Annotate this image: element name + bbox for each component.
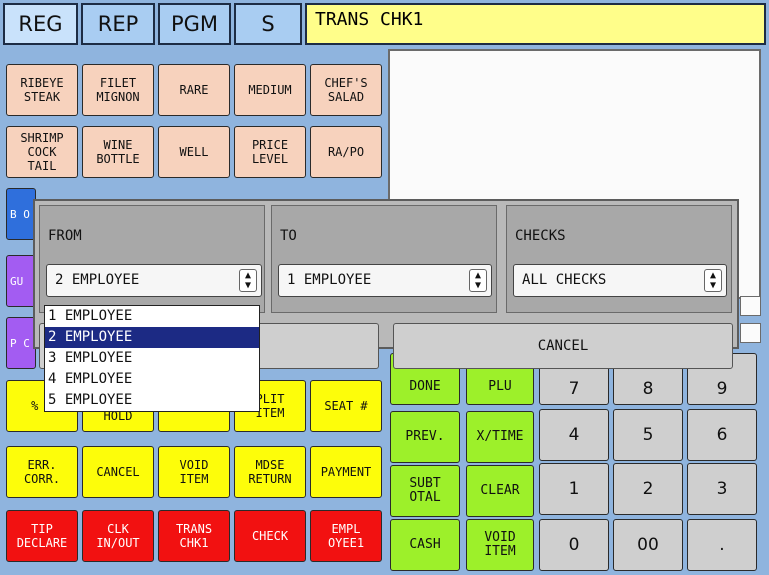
- checks-select-arrows-icon: ▲ ▼: [704, 269, 722, 292]
- key-error-correct[interactable]: ERR. CORR.: [6, 446, 78, 498]
- key-check[interactable]: CHECK: [234, 510, 306, 562]
- to-select[interactable]: 1 EMPLOYEE ▲ ▼: [278, 264, 492, 297]
- checks-label: CHECKS: [515, 228, 566, 244]
- key-clock-in-out[interactable]: CLK IN/OUT: [82, 510, 154, 562]
- to-select-value: 1 EMPLOYEE: [287, 272, 372, 288]
- tab-rep[interactable]: REP: [81, 3, 155, 45]
- key-mdse-return[interactable]: MDSE RETURN: [234, 446, 306, 498]
- key-partial-purple[interactable]: P C: [6, 317, 36, 369]
- key-tip-declare[interactable]: TIP DECLARE: [6, 510, 78, 562]
- from-panel: FROM 2 EMPLOYEE ▲ ▼: [39, 205, 265, 313]
- key-partial-blue[interactable]: B O: [6, 188, 36, 240]
- key-well[interactable]: WELL: [158, 126, 230, 178]
- key-shrimp-cocktail[interactable]: SHRIMP COCK TAIL: [6, 126, 78, 178]
- keypad-0[interactable]: 0: [539, 519, 609, 571]
- key-trans-chk1[interactable]: TRANS CHK1: [158, 510, 230, 562]
- key-prev[interactable]: PREV.: [390, 411, 460, 463]
- from-select-value: 2 EMPLOYEE: [55, 272, 140, 288]
- key-void-item-green[interactable]: VOID ITEM: [466, 519, 534, 571]
- key-employee1[interactable]: EMPL OYEE1: [310, 510, 382, 562]
- key-seat[interactable]: SEAT #: [310, 380, 382, 432]
- key-filet-mignon[interactable]: FILET MIGNON: [82, 64, 154, 116]
- dropdown-option-5[interactable]: 5 EMPLOYEE: [45, 390, 259, 411]
- key-wine-bottle[interactable]: WINE BOTTLE: [82, 126, 154, 178]
- dropdown-option-4[interactable]: 4 EMPLOYEE: [45, 369, 259, 390]
- key-payment[interactable]: PAYMENT: [310, 446, 382, 498]
- key-x-time[interactable]: X/TIME: [466, 411, 534, 463]
- key-ribeye-steak[interactable]: RIBEYE STEAK: [6, 64, 78, 116]
- keypad-2[interactable]: 2: [613, 463, 683, 515]
- checks-select-value: ALL CHECKS: [522, 272, 607, 288]
- keypad-decimal[interactable]: .: [687, 519, 757, 571]
- tab-pgm[interactable]: PGM: [158, 3, 231, 45]
- keypad-5[interactable]: 5: [613, 409, 683, 461]
- from-select[interactable]: 2 EMPLOYEE ▲ ▼: [46, 264, 262, 297]
- tab-reg[interactable]: REG: [3, 3, 78, 45]
- key-price-level[interactable]: PRICE LEVEL: [234, 126, 306, 178]
- keypad-1[interactable]: 1: [539, 463, 609, 515]
- key-medium[interactable]: MEDIUM: [234, 64, 306, 116]
- key-rare[interactable]: RARE: [158, 64, 230, 116]
- from-label: FROM: [48, 228, 82, 244]
- tab-s[interactable]: S: [234, 3, 302, 45]
- key-ra-po[interactable]: RA/PO: [310, 126, 382, 178]
- dropdown-option-1[interactable]: 1 EMPLOYEE: [45, 306, 259, 327]
- from-select-arrows-icon: ▲ ▼: [239, 269, 257, 292]
- to-panel: TO 1 EMPLOYEE ▲ ▼: [271, 205, 497, 313]
- keypad-6[interactable]: 6: [687, 409, 757, 461]
- key-subtotal[interactable]: SUBT OTAL: [390, 465, 460, 517]
- dropdown-option-3[interactable]: 3 EMPLOYEE: [45, 348, 259, 369]
- from-dropdown-list[interactable]: 1 EMPLOYEE 2 EMPLOYEE 3 EMPLOYEE 4 EMPLO…: [44, 305, 260, 412]
- cancel-button[interactable]: CANCEL: [393, 323, 733, 369]
- keypad-3[interactable]: 3: [687, 463, 757, 515]
- keypad-00[interactable]: 00: [613, 519, 683, 571]
- checks-panel: CHECKS ALL CHECKS ▲ ▼: [506, 205, 732, 313]
- key-partial-guest[interactable]: GU: [6, 255, 36, 307]
- display-field-2: [740, 323, 761, 343]
- display-field-1: [740, 296, 761, 316]
- key-cash[interactable]: CASH: [390, 519, 460, 571]
- to-label: TO: [280, 228, 297, 244]
- key-cancel[interactable]: CANCEL: [82, 446, 154, 498]
- keypad-4[interactable]: 4: [539, 409, 609, 461]
- transaction-title: TRANS CHK1: [305, 3, 766, 45]
- key-chefs-salad[interactable]: CHEF'S SALAD: [310, 64, 382, 116]
- to-select-arrows-icon: ▲ ▼: [469, 269, 487, 292]
- key-clear[interactable]: CLEAR: [466, 465, 534, 517]
- key-void-item[interactable]: VOID ITEM: [158, 446, 230, 498]
- dropdown-option-2[interactable]: 2 EMPLOYEE: [45, 327, 259, 348]
- checks-select[interactable]: ALL CHECKS ▲ ▼: [513, 264, 727, 297]
